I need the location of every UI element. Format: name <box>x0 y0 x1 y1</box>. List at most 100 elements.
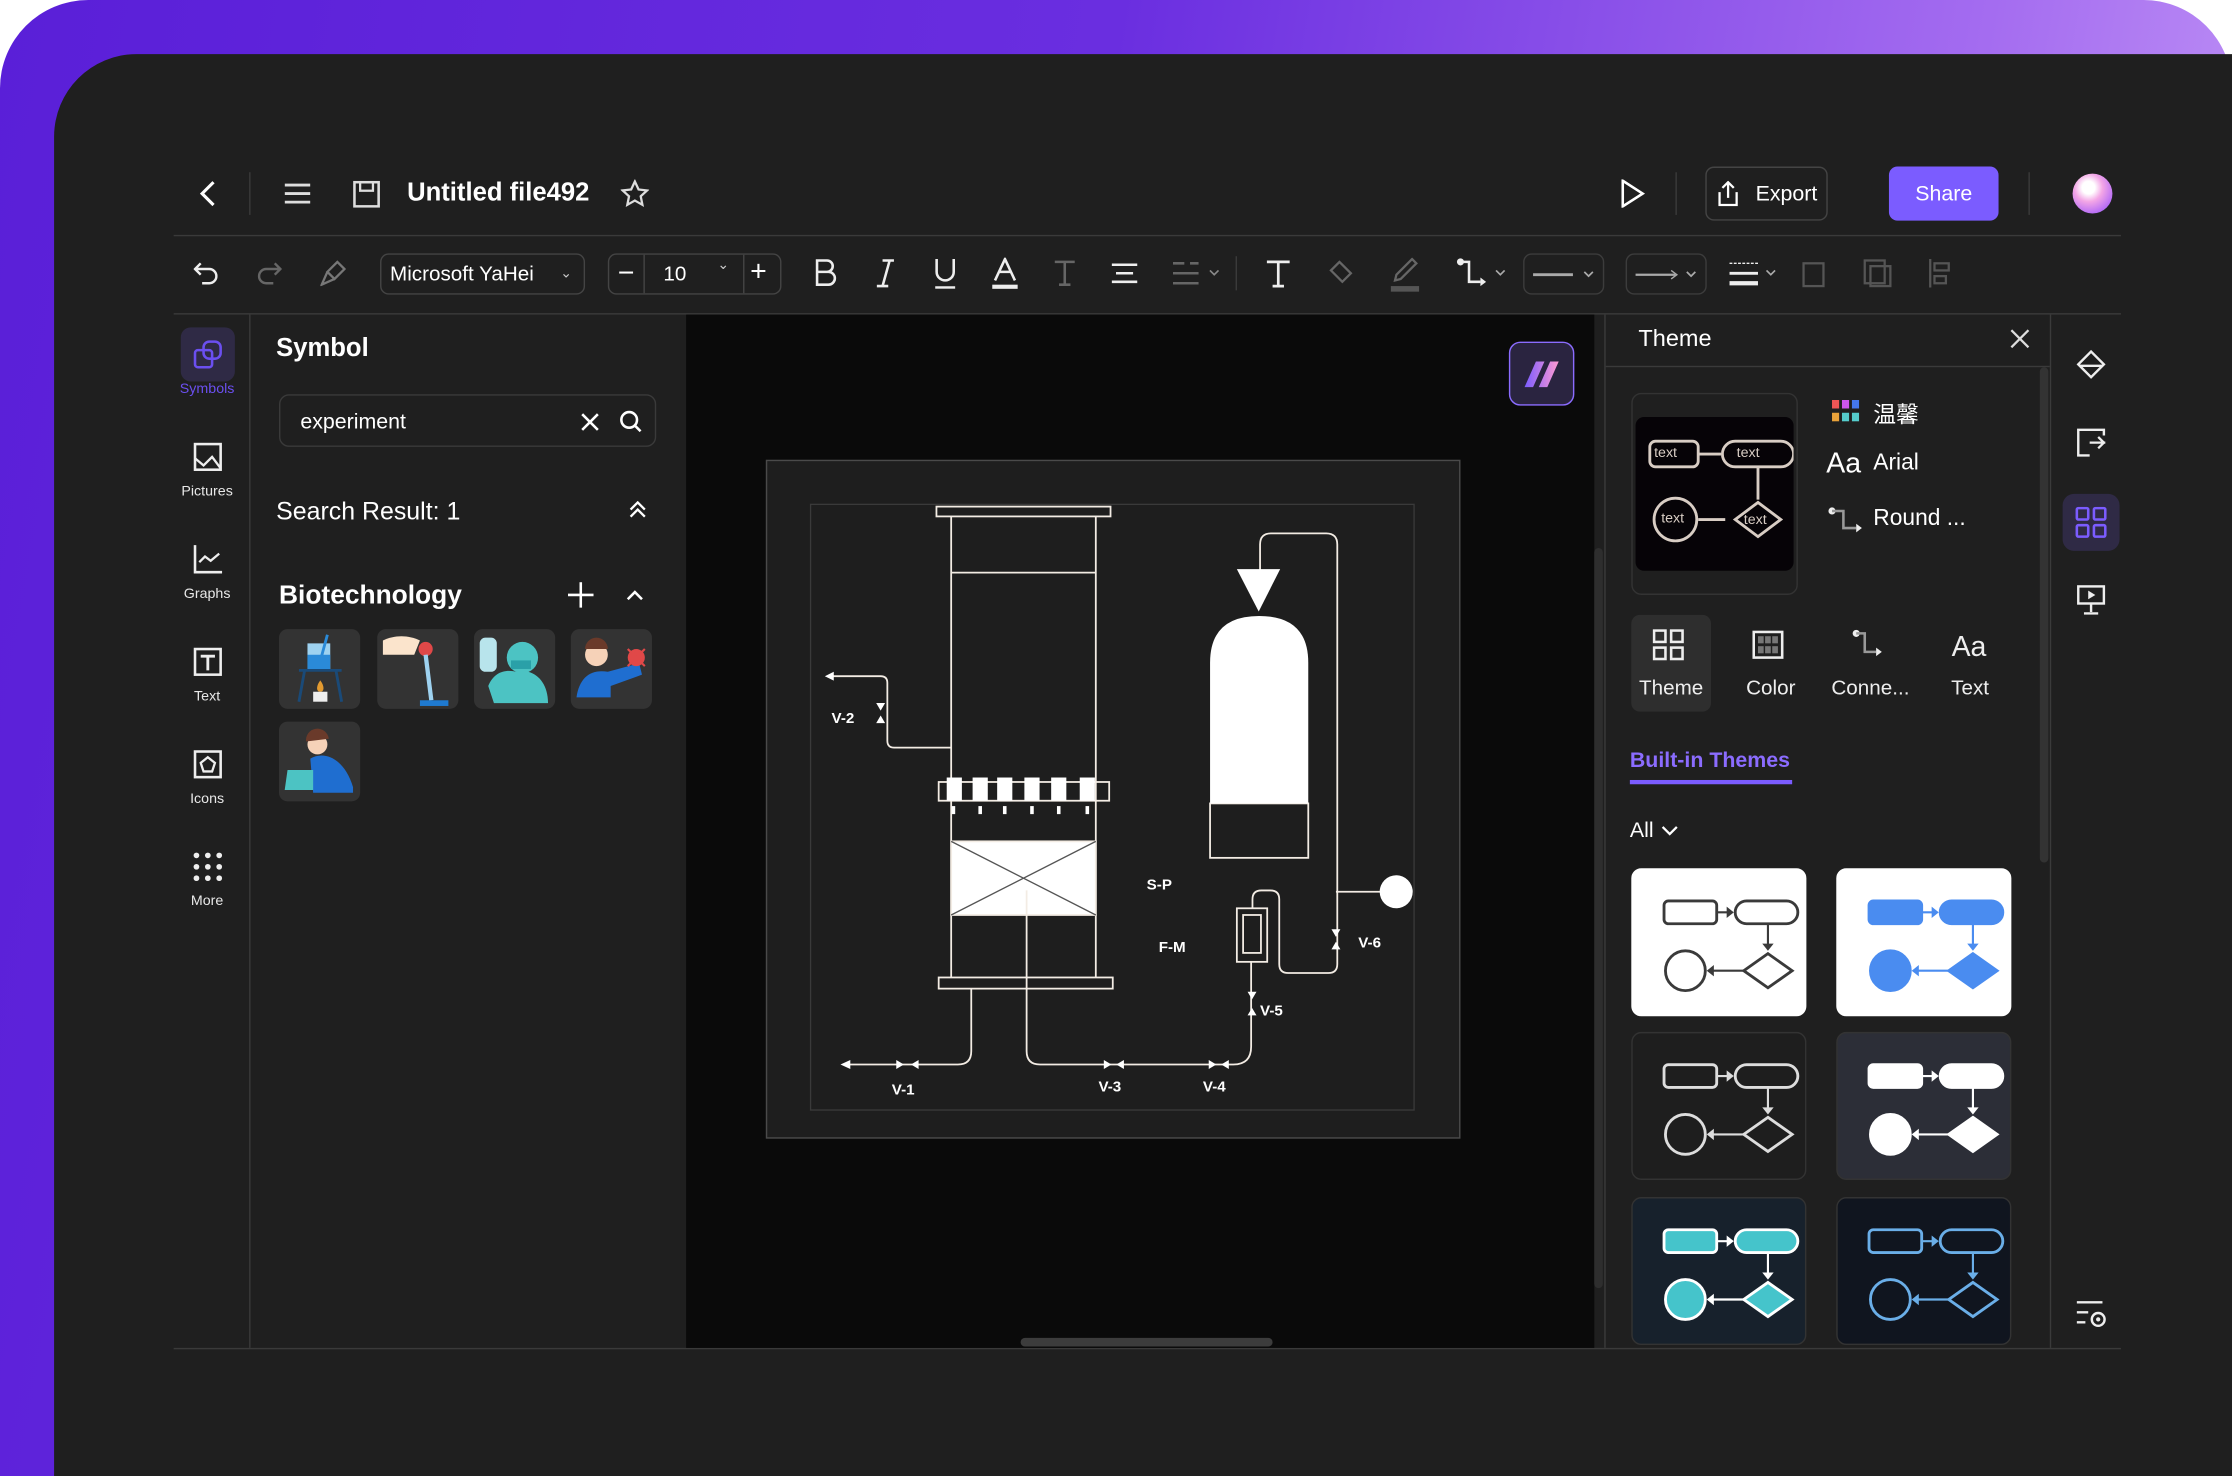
connector-style-icon[interactable] <box>1455 256 1509 290</box>
rail-label: Graphs <box>183 586 231 603</box>
italic-icon[interactable] <box>871 256 899 290</box>
current-theme-preview[interactable]: text text text text <box>1631 392 1798 595</box>
text-tab-icon: Aa <box>1952 631 1987 663</box>
canvas-horizontal-scrollbar[interactable] <box>1020 1337 1273 1347</box>
chevron-down-icon[interactable]: ⌄ <box>717 258 729 274</box>
built-in-themes-tab[interactable]: Built-in Themes <box>1630 749 1790 773</box>
share-button[interactable]: Share <box>1888 166 1999 221</box>
search-result-count: Search Result: 1 <box>276 496 461 526</box>
theme-card-4[interactable] <box>1836 1031 2012 1180</box>
collapse-all-icon[interactable] <box>626 498 649 521</box>
label-sp: S-P <box>1147 877 1172 894</box>
user-avatar[interactable] <box>2072 173 2113 214</box>
underline-icon[interactable] <box>931 256 959 290</box>
menu-icon[interactable] <box>282 179 313 207</box>
fill-bucket-icon[interactable] <box>1327 256 1355 290</box>
preview-canvas: text text text text <box>1635 417 1794 571</box>
pictures-icon <box>180 430 234 484</box>
font-size-stepper[interactable]: − 10 ⌄ + <box>607 253 782 295</box>
document-title[interactable]: Untitled file492 <box>407 178 589 208</box>
align-icon[interactable] <box>1110 259 1138 287</box>
theme-card-6[interactable] <box>1836 1197 2012 1346</box>
symbol-beaker-burner[interactable] <box>279 629 361 709</box>
theme-card-3[interactable] <box>1631 1031 1807 1180</box>
theme-preview-diagram <box>1662 1063 1800 1156</box>
format-painter-icon[interactable] <box>319 259 347 287</box>
rail-item-icons[interactable]: Icons <box>174 737 241 822</box>
label-fm: F-M <box>1159 939 1186 956</box>
close-panel-icon[interactable] <box>2007 326 2033 352</box>
svg-text:Aa: Aa <box>1952 631 1987 663</box>
symbol-pipette[interactable] <box>377 629 459 709</box>
symbol-search-input[interactable]: experiment <box>279 394 657 447</box>
redo-icon[interactable] <box>255 259 283 287</box>
add-category-icon[interactable] <box>565 579 596 610</box>
present-play-icon[interactable] <box>1617 176 1648 210</box>
bring-front-icon[interactable] <box>1801 258 1829 289</box>
rail-label: Pictures <box>181 483 233 500</box>
divider <box>643 254 645 294</box>
chevron-down-icon: ⌄ <box>560 266 573 282</box>
chevron-up-icon[interactable] <box>623 584 646 607</box>
rail-item-pictures[interactable]: Pictures <box>174 430 241 515</box>
line-spacing-icon[interactable] <box>1170 259 1224 287</box>
bioreactor-diagram[interactable]: V-2 V-1 V-3 V-4 V-5 V-6 S-P F-M <box>760 460 1460 1160</box>
color-scheme-name[interactable]: 温馨 <box>1873 396 1919 430</box>
settings-list-icon[interactable] <box>2074 1297 2108 1331</box>
preview-diagram <box>1648 439 1794 543</box>
arrow-style-select[interactable] <box>1625 253 1707 295</box>
label-v5: V-5 <box>1260 1002 1283 1019</box>
export-button[interactable]: Export <box>1705 166 1828 221</box>
symbol-scientist-virus[interactable] <box>570 629 652 709</box>
text-tool-icon[interactable] <box>1264 256 1292 290</box>
tab-connector[interactable]: Conne... <box>1831 615 1911 712</box>
rail-label: More <box>190 893 224 910</box>
font-family-select[interactable]: Microsoft YaHei ⌄ <box>380 253 586 295</box>
theme-panel-scrollbar[interactable] <box>2039 367 2049 863</box>
divider <box>1605 365 2050 368</box>
canvas-vertical-scrollbar[interactable] <box>1594 547 1603 1289</box>
clear-search-icon[interactable] <box>577 408 603 434</box>
rail-divider <box>249 314 251 1348</box>
bold-icon[interactable] <box>811 256 839 290</box>
theme-font-name[interactable]: Arial <box>1873 451 1919 477</box>
back-icon[interactable] <box>194 176 222 210</box>
star-icon[interactable] <box>619 178 650 209</box>
font-size-value[interactable]: 10 <box>663 263 686 286</box>
send-back-icon[interactable] <box>1863 258 1892 289</box>
ai-assistant-button[interactable] <box>1508 341 1575 406</box>
theme-card-5[interactable] <box>1631 1197 1807 1346</box>
tab-color[interactable]: Color <box>1731 615 1811 712</box>
theme-card-1[interactable] <box>1631 868 1807 1017</box>
search-icon[interactable] <box>618 408 644 434</box>
symbol-scientist-flask[interactable] <box>474 629 556 709</box>
rail-item-text[interactable]: Text <box>174 635 241 720</box>
theme-card-2[interactable] <box>1836 868 2012 1017</box>
rail-item-graphs[interactable]: Graphs <box>174 532 241 617</box>
font-color-icon[interactable] <box>991 256 1019 290</box>
tab-theme[interactable]: Theme <box>1631 614 1712 712</box>
rail-item-symbols[interactable]: Symbols <box>174 327 241 412</box>
presentation-icon[interactable] <box>2074 582 2108 616</box>
theme-filter-select[interactable]: All <box>1630 818 1678 843</box>
symbol-scientist-microscope[interactable] <box>279 721 361 802</box>
decrease-size-button[interactable]: − <box>618 258 635 291</box>
line-weight-icon[interactable] <box>1728 259 1782 287</box>
theme-connector-name[interactable]: Round ... <box>1873 507 1965 533</box>
tab-text[interactable]: Aa Text <box>1930 615 2010 712</box>
rail-item-more[interactable]: More <box>174 840 241 925</box>
save-icon[interactable] <box>350 178 381 209</box>
text-strike-icon[interactable] <box>1051 256 1079 290</box>
tab-label: Color <box>1746 677 1796 701</box>
pen-color-icon[interactable] <box>1389 256 1420 293</box>
page-setup-icon[interactable] <box>2074 426 2108 460</box>
style-fill-icon[interactable] <box>2074 347 2108 381</box>
divider <box>1675 172 1677 215</box>
line-style-select[interactable] <box>1523 253 1605 295</box>
align-objects-icon[interactable] <box>1926 258 1954 289</box>
divider <box>249 172 251 215</box>
theme-rail-button[interactable] <box>2062 493 2120 551</box>
increase-size-button[interactable]: + <box>750 256 767 289</box>
undo-icon[interactable] <box>192 259 220 287</box>
preview-text: text <box>1654 445 1678 462</box>
